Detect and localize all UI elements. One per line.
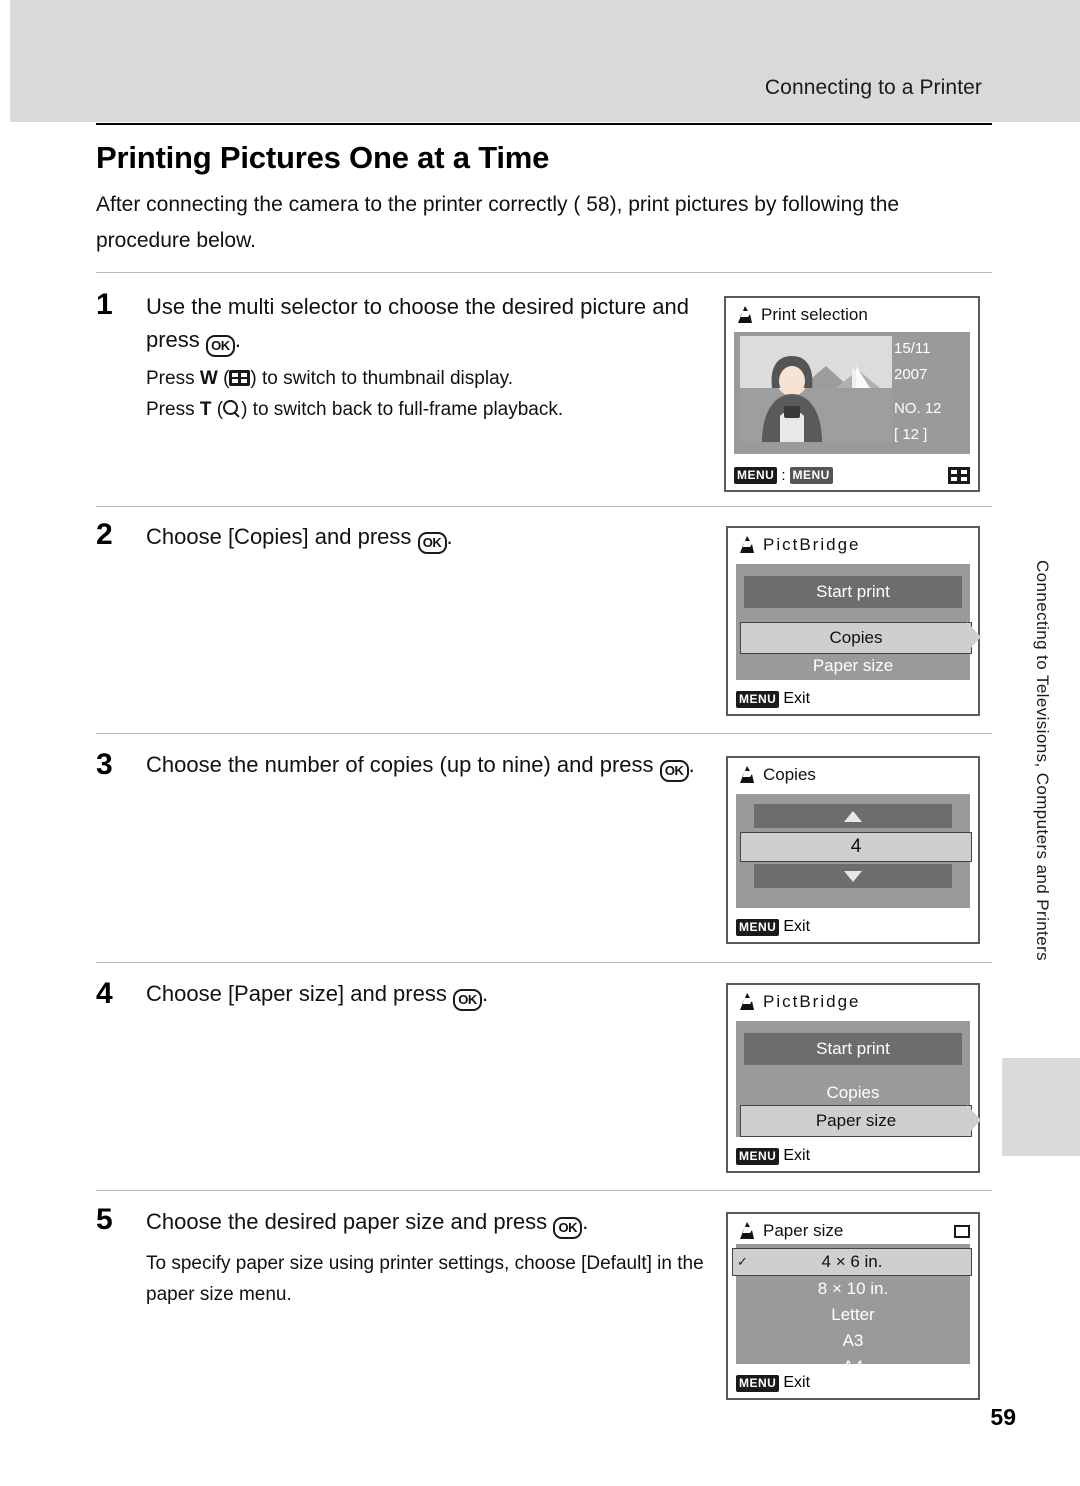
ok-button-icon-5: OK <box>553 1217 583 1239</box>
chevron-down-icon <box>844 870 862 882</box>
photo-count: [ 12 ] <box>894 426 928 443</box>
step-1-sub-2: Press T () to switch back to full-frame … <box>146 399 564 420</box>
exit-label-4: Exit <box>783 1374 811 1391</box>
screen-paper-size: Paper size ✓ 4 × 6 in. 8 × 10 in. Letter… <box>726 1212 980 1400</box>
screen-print-selection: Print selection 15/11 2007 NO. 12 [12]… <box>724 296 980 492</box>
screen-print-selection-footer: MENU : MENU <box>726 460 978 490</box>
copies-decrease-button[interactable] <box>754 864 952 888</box>
divider-4 <box>96 962 992 963</box>
pictbridge-logo-icon <box>736 305 754 325</box>
menu-badge-icon-5: MENU <box>736 1147 780 1165</box>
step-3-title: Choose the number of copies (up to nine)… <box>146 748 706 782</box>
menu-badge-icon-6: MENU <box>736 1374 780 1392</box>
zoom-icon <box>223 400 241 418</box>
pictbridge-logo-icon-2 <box>738 535 756 555</box>
screen-pictbridge-copies-footer: MENU Exit <box>728 684 978 714</box>
header-band <box>0 0 1080 122</box>
check-icon: ✓ <box>737 1254 748 1269</box>
paper-size-option-1[interactable]: 8 × 10 in. <box>744 1276 962 1302</box>
chevron-up-icon <box>844 810 862 822</box>
step-5-number: 5 <box>96 1203 113 1236</box>
screen-copies-title: Copies <box>728 758 978 792</box>
header-rule <box>96 123 992 125</box>
photo-date-day: 15/11 <box>894 340 931 357</box>
screen-pictbridge-copies: PictBridge Start print Copies Paper size… <box>726 526 981 716</box>
step-4-number: 4 <box>96 977 113 1010</box>
menu-item-paper-size-2[interactable]: Paper size <box>740 1105 981 1137</box>
screen-copies-footer: MENU Exit <box>728 912 978 942</box>
step-1-number: 1 <box>96 288 113 321</box>
copies-value-field[interactable]: 4 <box>740 832 972 862</box>
list-view-icon <box>954 1224 970 1238</box>
step-1-title: Use the multi selector to choose the des… <box>146 290 691 357</box>
screen-print-selection-body: 15/11 2007 NO. 12 [ 12 ] <box>734 332 970 454</box>
paper-size-option-3[interactable]: A3 <box>744 1328 962 1354</box>
menu-item-start-print[interactable]: Start print <box>744 576 962 608</box>
step-2-number: 2 <box>96 518 113 551</box>
menu-badge-icon-2: MENU <box>789 466 833 484</box>
intro-paragraph: After connecting the camera to the print… <box>96 193 900 252</box>
thumbnail-icon <box>229 370 251 386</box>
pictbridge-logo-icon-3 <box>738 765 756 785</box>
screen-print-selection-title: Print selection <box>726 298 978 332</box>
ok-button-icon-3: OK <box>659 760 689 782</box>
step-5-sub-1: To specify paper size using printer sett… <box>146 1253 704 1305</box>
step-1-sub-1: Press W () to switch to thumbnail displa… <box>146 368 514 389</box>
menu-item-copies[interactable]: Copies <box>740 622 981 654</box>
screen-paper-size-footer: MENU Exit <box>728 1368 978 1398</box>
ok-button-icon: OK <box>205 335 235 357</box>
screen-pictbridge-copies-title: PictBridge <box>728 528 978 562</box>
screen-copies-body: 4 <box>736 794 972 908</box>
divider-3 <box>96 733 992 734</box>
selection-arrow-icon-2 <box>967 1105 981 1135</box>
divider-1 <box>96 272 992 273</box>
header-left-margin <box>0 0 10 122</box>
menu-badge-icon-3: MENU <box>736 690 780 708</box>
screen-pictbridge-paper: PictBridge Start print Copies Paper size… <box>726 983 981 1173</box>
thumbnail-toggle-icon <box>948 466 970 484</box>
page-number: 59 <box>990 1404 1016 1430</box>
running-head: Connecting to a Printer <box>764 76 982 99</box>
exit-label-3: Exit <box>783 1147 811 1164</box>
step-4-title: Choose [Paper size] and press OK. <box>146 977 706 1011</box>
side-running-text: Connecting to Televisions, Computers and… <box>1033 560 1052 962</box>
step-2-title: Choose [Copies] and press OK. <box>146 520 691 554</box>
screen-pictbridge-paper-title: PictBridge <box>728 985 978 1019</box>
screen-pictbridge-paper-body: Start print Copies Paper size <box>736 1021 981 1137</box>
photo-thumbnail <box>740 336 892 442</box>
pictbridge-logo-icon-5 <box>738 1221 756 1241</box>
step-3-number: 3 <box>96 748 113 781</box>
menu-badge-icon: MENU <box>734 466 778 484</box>
photo-frame-number: NO. 12 <box>894 400 942 417</box>
menu-badge-icon-4: MENU <box>736 918 780 936</box>
photo-date-year: 2007 <box>894 366 928 383</box>
document-page: Connecting to a Printer Connecting to Te… <box>0 0 1080 1486</box>
ok-button-icon-4: OK <box>452 989 482 1011</box>
exit-label-2: Exit <box>783 918 811 935</box>
copies-increase-button[interactable] <box>754 804 952 828</box>
menu-item-paper-size[interactable]: Paper size <box>744 652 962 680</box>
screen-copies: Copies 4 MENU Exit <box>726 756 980 944</box>
step-5-title: Choose the desired paper size and press … <box>146 1205 706 1239</box>
screen-pictbridge-paper-footer: MENU Exit <box>728 1141 978 1171</box>
page-title: Printing Pictures One at a Time <box>96 140 550 175</box>
selection-arrow-icon <box>967 622 981 652</box>
exit-label: Exit <box>783 690 811 707</box>
screen-paper-size-body: ✓ 4 × 6 in. 8 × 10 in. Letter A3 A4 <box>732 1244 972 1376</box>
menu-item-copies-2[interactable]: Copies <box>744 1079 962 1107</box>
photo-info-column: 15/11 2007 NO. 12 [ 12 ] <box>894 336 964 448</box>
pictbridge-logo-icon-4 <box>738 992 756 1012</box>
divider-5 <box>96 1190 992 1191</box>
ok-button-icon-2: OK <box>417 532 447 554</box>
paper-size-option-2[interactable]: Letter <box>744 1302 962 1328</box>
screen-pictbridge-copies-body: Start print Copies Paper size <box>736 564 981 680</box>
menu-item-start-print-2[interactable]: Start print <box>744 1033 962 1065</box>
divider-2 <box>96 506 992 507</box>
screen-paper-size-title: Paper size <box>728 1214 978 1248</box>
side-tab <box>1002 1058 1080 1156</box>
paper-size-option-0[interactable]: ✓ 4 × 6 in. <box>732 1248 972 1276</box>
